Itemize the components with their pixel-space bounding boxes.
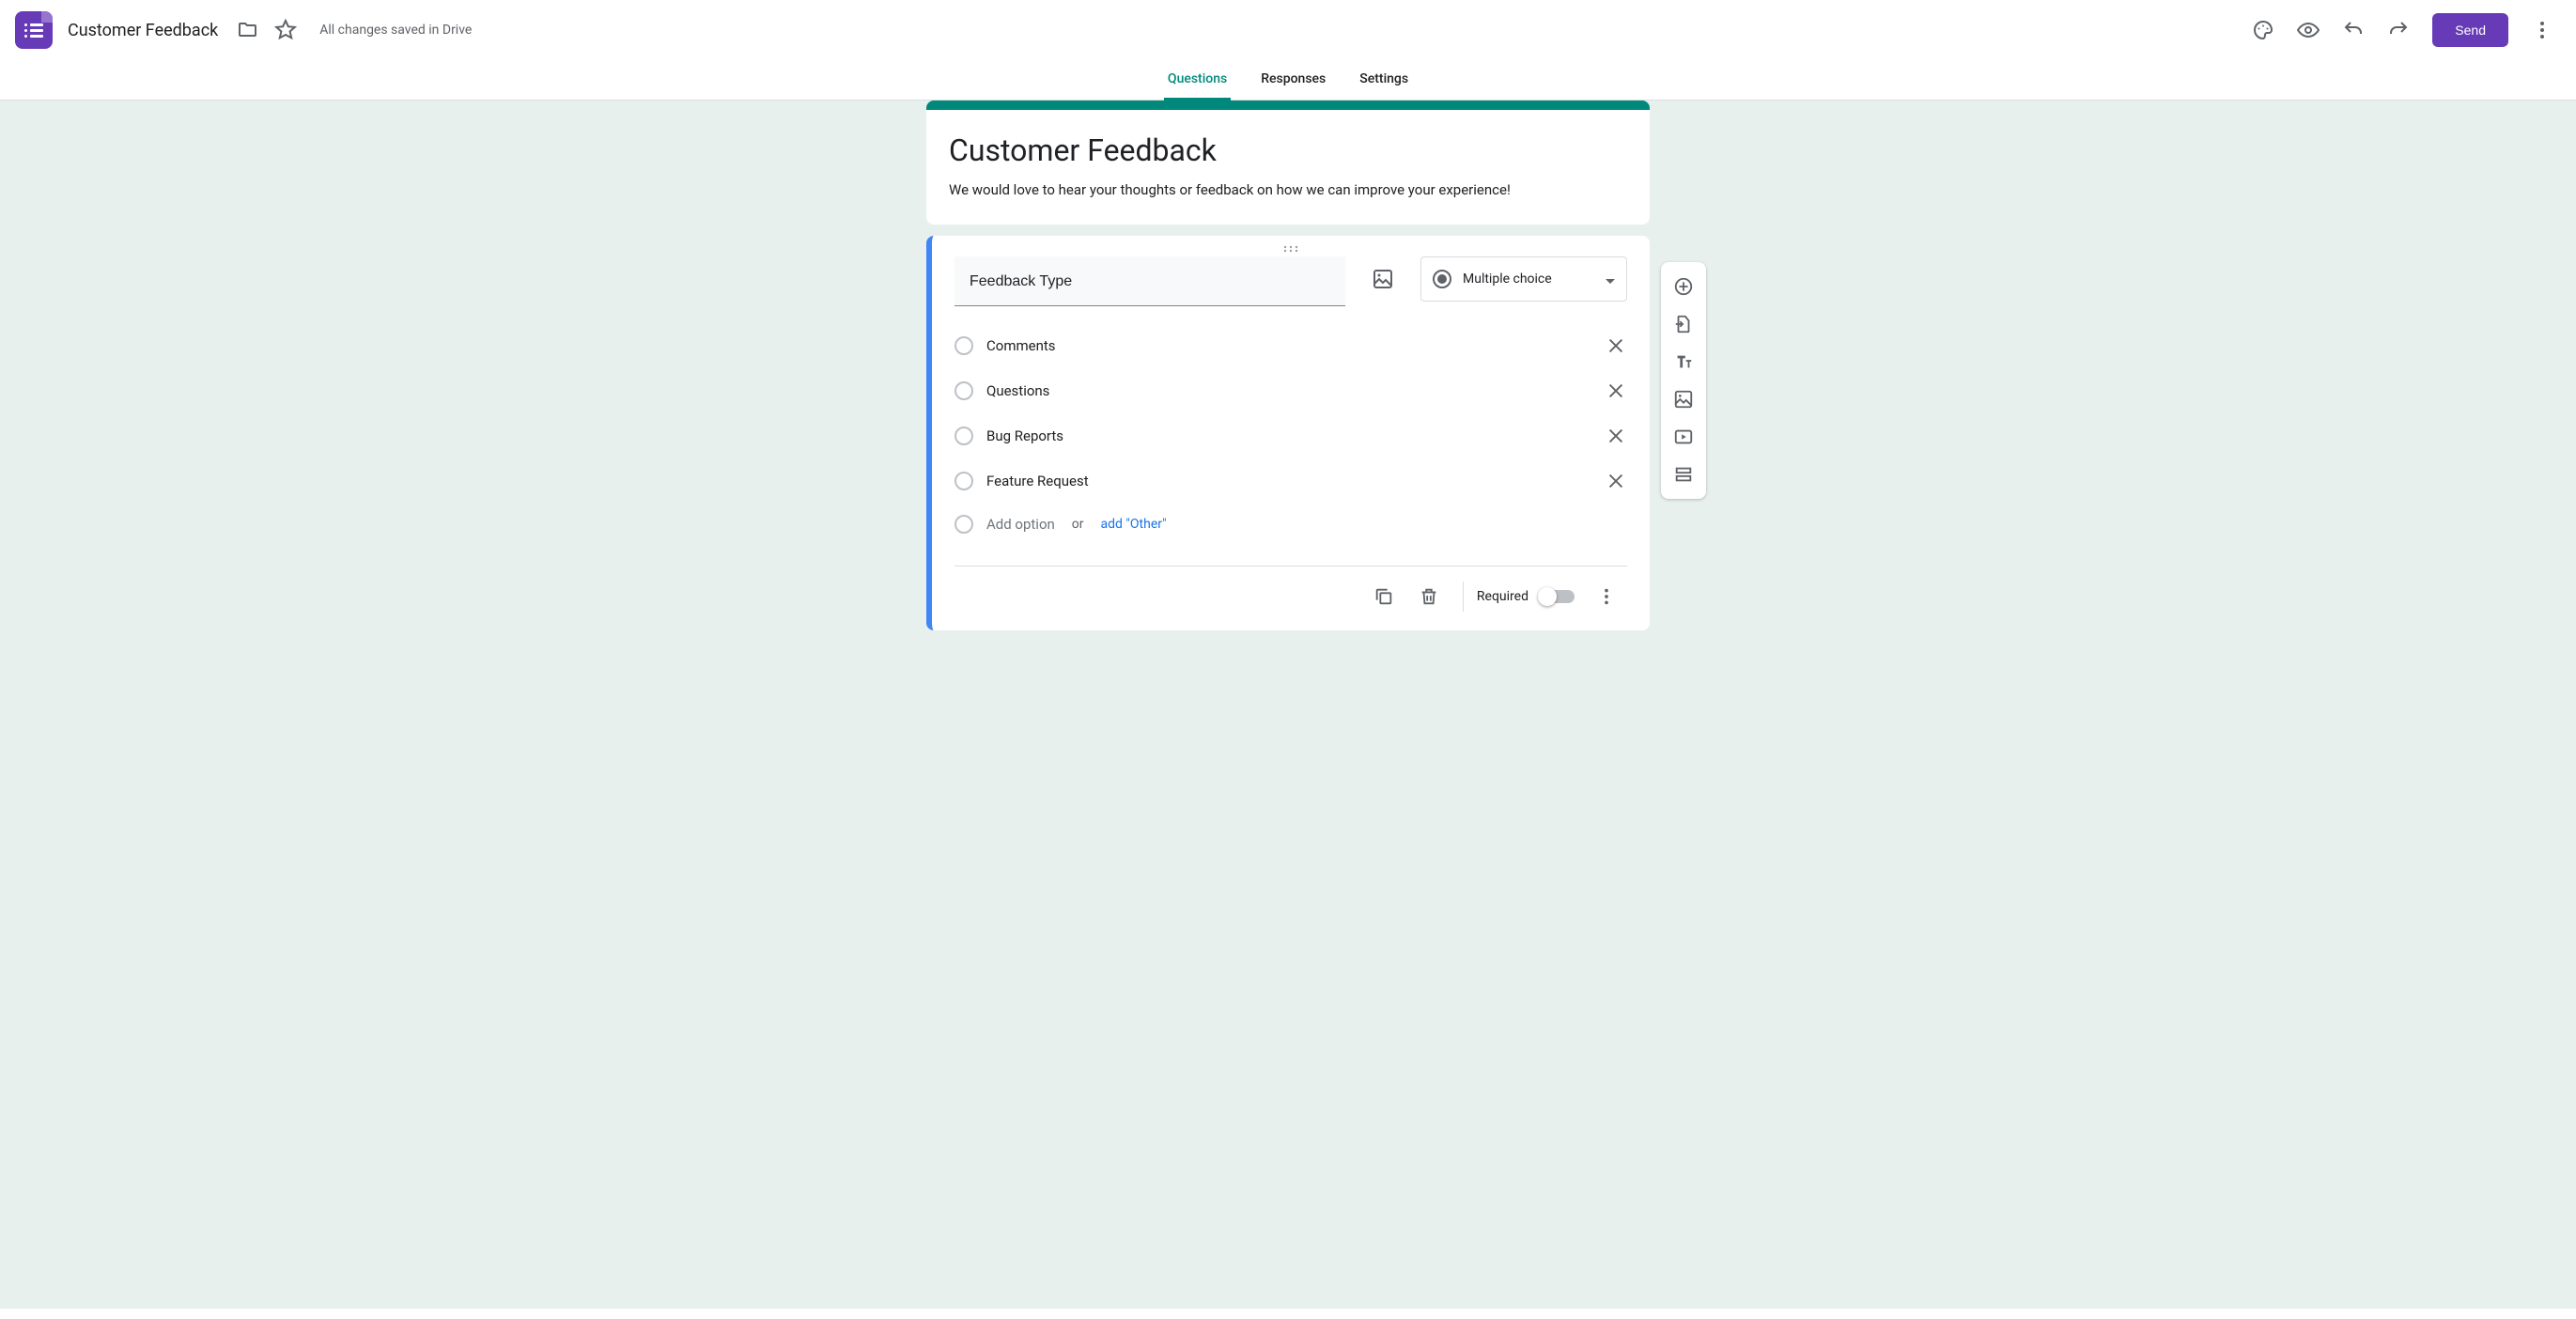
form-title[interactable]: Customer Feedback — [949, 132, 1627, 168]
options-list: Comments Questions Bug Reports — [954, 323, 1627, 545]
option-label[interactable]: Bug Reports — [986, 427, 1591, 444]
option-row: Comments — [954, 323, 1627, 368]
question-more-icon[interactable] — [1586, 576, 1627, 617]
duplicate-icon[interactable] — [1363, 576, 1404, 617]
add-section-icon[interactable] — [1665, 456, 1702, 493]
redo-icon[interactable] — [2380, 11, 2417, 49]
question-title-input[interactable] — [970, 273, 1330, 290]
forms-logo[interactable] — [15, 11, 53, 49]
remove-option-icon[interactable] — [1605, 425, 1627, 447]
remove-option-icon[interactable] — [1605, 470, 1627, 492]
add-option-row: Add option or add "Other" — [954, 504, 1627, 545]
app-header: Customer Feedback All changes saved in D… — [0, 0, 2576, 60]
import-questions-icon[interactable] — [1665, 305, 1702, 343]
question-type-select[interactable]: Multiple choice — [1420, 256, 1627, 302]
option-radio-icon — [954, 472, 973, 490]
question-title-field[interactable] — [954, 256, 1345, 306]
main-tabs: Questions Responses Settings — [0, 60, 2576, 101]
tab-responses[interactable]: Responses — [1257, 60, 1329, 101]
form-description[interactable]: We would love to hear your thoughts or f… — [949, 181, 1627, 198]
side-toolbar — [1661, 262, 1706, 499]
option-row: Questions — [954, 368, 1627, 413]
option-radio-icon — [954, 336, 973, 355]
caret-down-icon — [1606, 271, 1615, 288]
undo-icon[interactable] — [2335, 11, 2372, 49]
add-title-icon[interactable] — [1665, 343, 1702, 380]
add-video-icon[interactable] — [1665, 418, 1702, 456]
remove-option-icon[interactable] — [1605, 334, 1627, 357]
option-label[interactable]: Questions — [986, 382, 1591, 399]
required-toggle[interactable] — [1540, 590, 1575, 603]
save-status: All changes saved in Drive — [319, 23, 472, 38]
option-label[interactable]: Comments — [986, 337, 1591, 354]
send-button[interactable]: Send — [2432, 13, 2508, 47]
remove-option-icon[interactable] — [1605, 380, 1627, 402]
delete-icon[interactable] — [1408, 576, 1450, 617]
or-text: or — [1072, 517, 1084, 532]
tab-questions[interactable]: Questions — [1164, 60, 1231, 101]
option-radio-icon — [954, 515, 973, 534]
option-radio-icon — [954, 381, 973, 400]
question-card: Multiple choice Comments Questions — [926, 236, 1650, 630]
more-menu-icon[interactable] — [2523, 11, 2561, 49]
option-label[interactable]: Feature Request — [986, 473, 1591, 489]
customize-theme-icon[interactable] — [2244, 11, 2282, 49]
required-label: Required — [1477, 589, 1529, 604]
tab-settings[interactable]: Settings — [1356, 60, 1412, 101]
option-row: Feature Request — [954, 458, 1627, 504]
divider — [1463, 582, 1464, 612]
question-type-label: Multiple choice — [1463, 272, 1594, 287]
add-image-toolbar-icon[interactable] — [1665, 380, 1702, 418]
radio-icon — [1433, 270, 1451, 288]
document-title[interactable]: Customer Feedback — [68, 21, 218, 40]
drag-handle-icon[interactable] — [954, 241, 1627, 256]
add-image-icon[interactable] — [1360, 256, 1405, 302]
option-radio-icon — [954, 427, 973, 445]
add-other-link[interactable]: add "Other" — [1101, 517, 1167, 532]
preview-icon[interactable] — [2289, 11, 2327, 49]
add-option-placeholder[interactable]: Add option — [986, 516, 1055, 533]
star-icon[interactable] — [267, 11, 304, 49]
add-question-icon[interactable] — [1665, 268, 1702, 305]
option-row: Bug Reports — [954, 413, 1627, 458]
form-title-card[interactable]: Customer Feedback We would love to hear … — [926, 101, 1650, 225]
move-to-folder-icon[interactable] — [229, 11, 267, 49]
question-footer: Required — [954, 566, 1627, 630]
form-canvas: Customer Feedback We would love to hear … — [0, 101, 2576, 1309]
